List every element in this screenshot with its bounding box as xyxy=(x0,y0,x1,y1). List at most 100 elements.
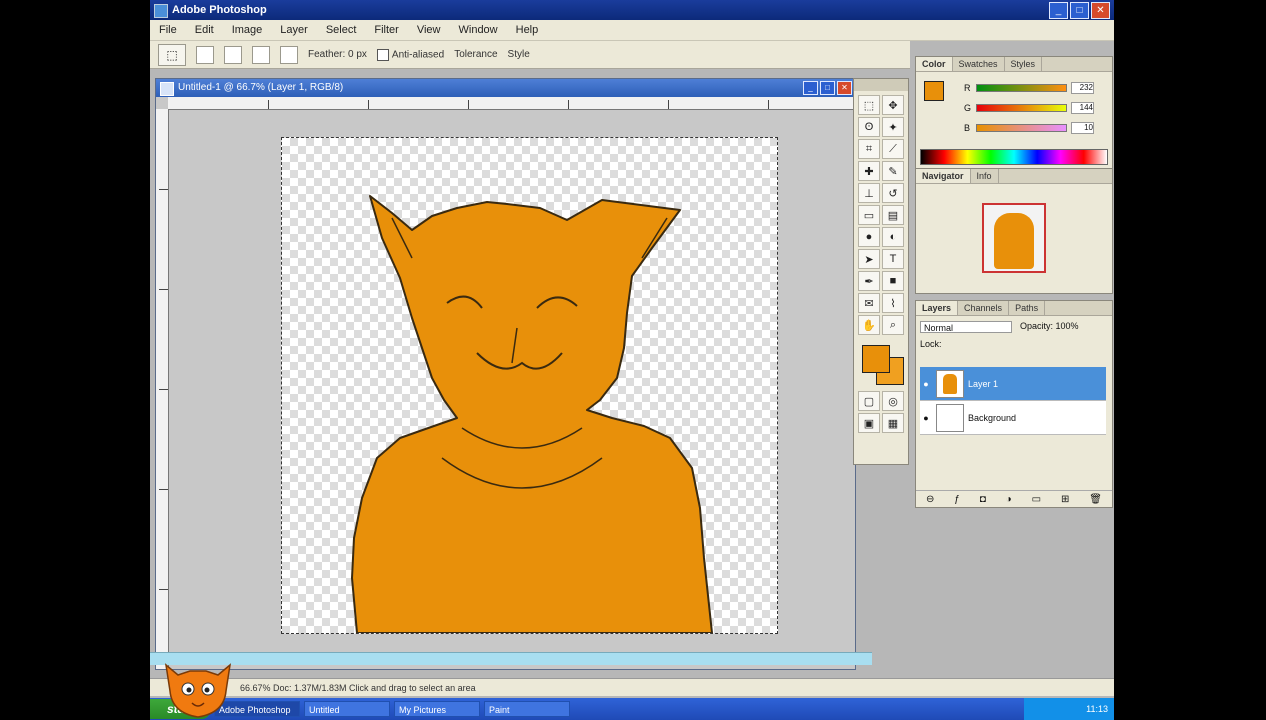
eye-icon[interactable]: ● xyxy=(920,379,932,389)
tab-swatches[interactable]: Swatches xyxy=(953,57,1005,71)
tab-paths[interactable]: Paths xyxy=(1009,301,1046,315)
intersect-selection-button[interactable] xyxy=(280,45,298,64)
blend-mode-select[interactable]: Normal xyxy=(920,321,1012,333)
antialiased-option[interactable]: Anti-aliased xyxy=(376,48,444,61)
menu-select[interactable]: Select xyxy=(317,24,366,36)
fullscreen-mode-icon[interactable]: ▦ xyxy=(882,413,904,433)
new-selection-button[interactable] xyxy=(196,45,214,64)
toolbox-header[interactable] xyxy=(854,79,908,91)
green-channel-label: G xyxy=(964,103,972,113)
red-slider[interactable] xyxy=(975,84,1067,92)
blue-slider[interactable] xyxy=(975,124,1067,132)
type-icon[interactable]: T xyxy=(882,249,904,269)
layer-group-icon[interactable]: ▭ xyxy=(1032,494,1041,505)
gradient-icon[interactable]: ▤ xyxy=(882,205,904,225)
opacity-field[interactable]: Opacity: 100% xyxy=(1020,321,1079,331)
layer-row[interactable]: ● Background xyxy=(920,401,1106,435)
screen-mode-icon[interactable]: ▣ xyxy=(858,413,880,433)
menu-file[interactable]: File xyxy=(150,24,186,36)
shape-icon[interactable]: ■ xyxy=(882,271,904,291)
marquee-icon[interactable]: ⬚ xyxy=(858,95,880,115)
history-brush-icon[interactable]: ↺ xyxy=(882,183,904,203)
stamp-icon[interactable]: ⊥ xyxy=(858,183,880,203)
adjustment-layer-icon[interactable]: ◑ xyxy=(1006,494,1012,505)
navigator-thumbnail[interactable] xyxy=(982,203,1046,273)
menu-image[interactable]: Image xyxy=(223,24,272,36)
link-icon[interactable]: ⊖ xyxy=(926,494,934,505)
tab-color[interactable]: Color xyxy=(916,57,953,71)
eye-icon[interactable]: ● xyxy=(920,413,932,423)
brush-icon[interactable]: ✎ xyxy=(882,161,904,181)
close-button[interactable]: ✕ xyxy=(1091,2,1110,19)
layer-style-icon[interactable]: ƒ xyxy=(954,494,960,505)
tolerance-label[interactable]: Tolerance xyxy=(454,49,497,60)
color-panel-foreground[interactable] xyxy=(924,81,944,101)
menu-layer[interactable]: Layer xyxy=(271,24,317,36)
menu-edit[interactable]: Edit xyxy=(186,24,223,36)
doc-close-button[interactable]: ✕ xyxy=(837,81,852,95)
dodge-icon[interactable]: ◐ xyxy=(882,227,904,247)
magic-wand-icon[interactable]: ✦ xyxy=(882,117,904,137)
doc-minimize-button[interactable]: _ xyxy=(803,81,818,95)
new-layer-icon[interactable]: ⊞ xyxy=(1061,494,1069,505)
menu-filter[interactable]: Filter xyxy=(365,24,407,36)
tab-channels[interactable]: Channels xyxy=(958,301,1010,315)
blur-icon[interactable]: ● xyxy=(858,227,880,247)
menu-window[interactable]: Window xyxy=(450,24,507,36)
move-icon[interactable]: ✥ xyxy=(882,95,904,115)
taskbar-item[interactable]: Paint xyxy=(484,701,570,717)
image-canvas[interactable] xyxy=(281,137,778,634)
tab-info[interactable]: Info xyxy=(971,169,999,183)
tab-navigator[interactable]: Navigator xyxy=(916,169,971,183)
style-label[interactable]: Style xyxy=(508,49,530,60)
subtract-selection-button[interactable] xyxy=(252,45,270,64)
document-title: Untitled-1 @ 66.7% (Layer 1, RGB/8) xyxy=(178,82,344,93)
mask-icon[interactable]: ◘ xyxy=(980,494,986,505)
horizontal-ruler[interactable] xyxy=(168,97,853,110)
hand-icon[interactable]: ✋ xyxy=(858,315,880,335)
minimize-button[interactable]: _ xyxy=(1049,2,1068,19)
system-tray-clock[interactable]: 11:13 xyxy=(1024,698,1114,720)
green-slider[interactable] xyxy=(975,104,1067,112)
maximize-button[interactable]: □ xyxy=(1070,2,1089,19)
crop-icon[interactable]: ⌗ xyxy=(858,139,880,159)
ruler-tick xyxy=(159,289,168,290)
quickmask-mode-icon[interactable]: ◎ xyxy=(882,391,904,411)
taskbar-item[interactable]: My Pictures xyxy=(394,701,480,717)
green-value[interactable]: 144 xyxy=(1070,102,1094,114)
eraser-icon[interactable]: ▭ xyxy=(858,205,880,225)
red-slider-row: R 232 xyxy=(964,82,1094,94)
feather-label[interactable]: Feather: 0 px xyxy=(308,49,367,60)
vertical-ruler[interactable] xyxy=(156,109,169,669)
tab-layers[interactable]: Layers xyxy=(916,301,959,315)
notes-icon[interactable]: ✉ xyxy=(858,293,880,313)
tool-preset-picker[interactable]: ⬚ xyxy=(158,43,186,66)
layer-row[interactable]: ● Layer 1 xyxy=(920,367,1106,401)
document-window: Untitled-1 @ 66.7% (Layer 1, RGB/8) _ □ … xyxy=(155,78,856,670)
eyedropper-icon[interactable]: ⌇ xyxy=(882,293,904,313)
path-select-icon[interactable]: ➤ xyxy=(858,249,880,269)
document-titlebar: Untitled-1 @ 66.7% (Layer 1, RGB/8) _ □ … xyxy=(156,79,855,97)
standard-mode-icon[interactable]: ▢ xyxy=(858,391,880,411)
menu-help[interactable]: Help xyxy=(507,24,548,36)
blue-value[interactable]: 10 xyxy=(1070,122,1094,134)
taskbar-item[interactable]: Untitled xyxy=(304,701,390,717)
layer-name: Layer 1 xyxy=(968,378,999,389)
photoshop-icon xyxy=(154,4,168,18)
heal-icon[interactable]: ✚ xyxy=(858,161,880,181)
horizontal-scrollbar[interactable] xyxy=(150,652,872,665)
foreground-color[interactable] xyxy=(862,345,890,373)
zoom-icon[interactable]: ⌕ xyxy=(882,315,904,335)
red-value[interactable]: 232 xyxy=(1070,82,1094,94)
ruler-tick xyxy=(159,389,168,390)
color-panel: Color Swatches Styles R 232 G 144 B 10 xyxy=(915,56,1113,170)
add-selection-button[interactable] xyxy=(224,45,242,64)
trash-icon[interactable]: 🗑 xyxy=(1089,494,1102,505)
color-spectrum-bar[interactable] xyxy=(920,149,1108,165)
menu-view[interactable]: View xyxy=(408,24,450,36)
tab-styles[interactable]: Styles xyxy=(1005,57,1043,71)
lasso-icon[interactable]: ʘ xyxy=(858,117,880,137)
doc-maximize-button[interactable]: □ xyxy=(820,81,835,95)
slice-icon[interactable]: ⟋ xyxy=(882,139,904,159)
pen-icon[interactable]: ✒ xyxy=(858,271,880,291)
